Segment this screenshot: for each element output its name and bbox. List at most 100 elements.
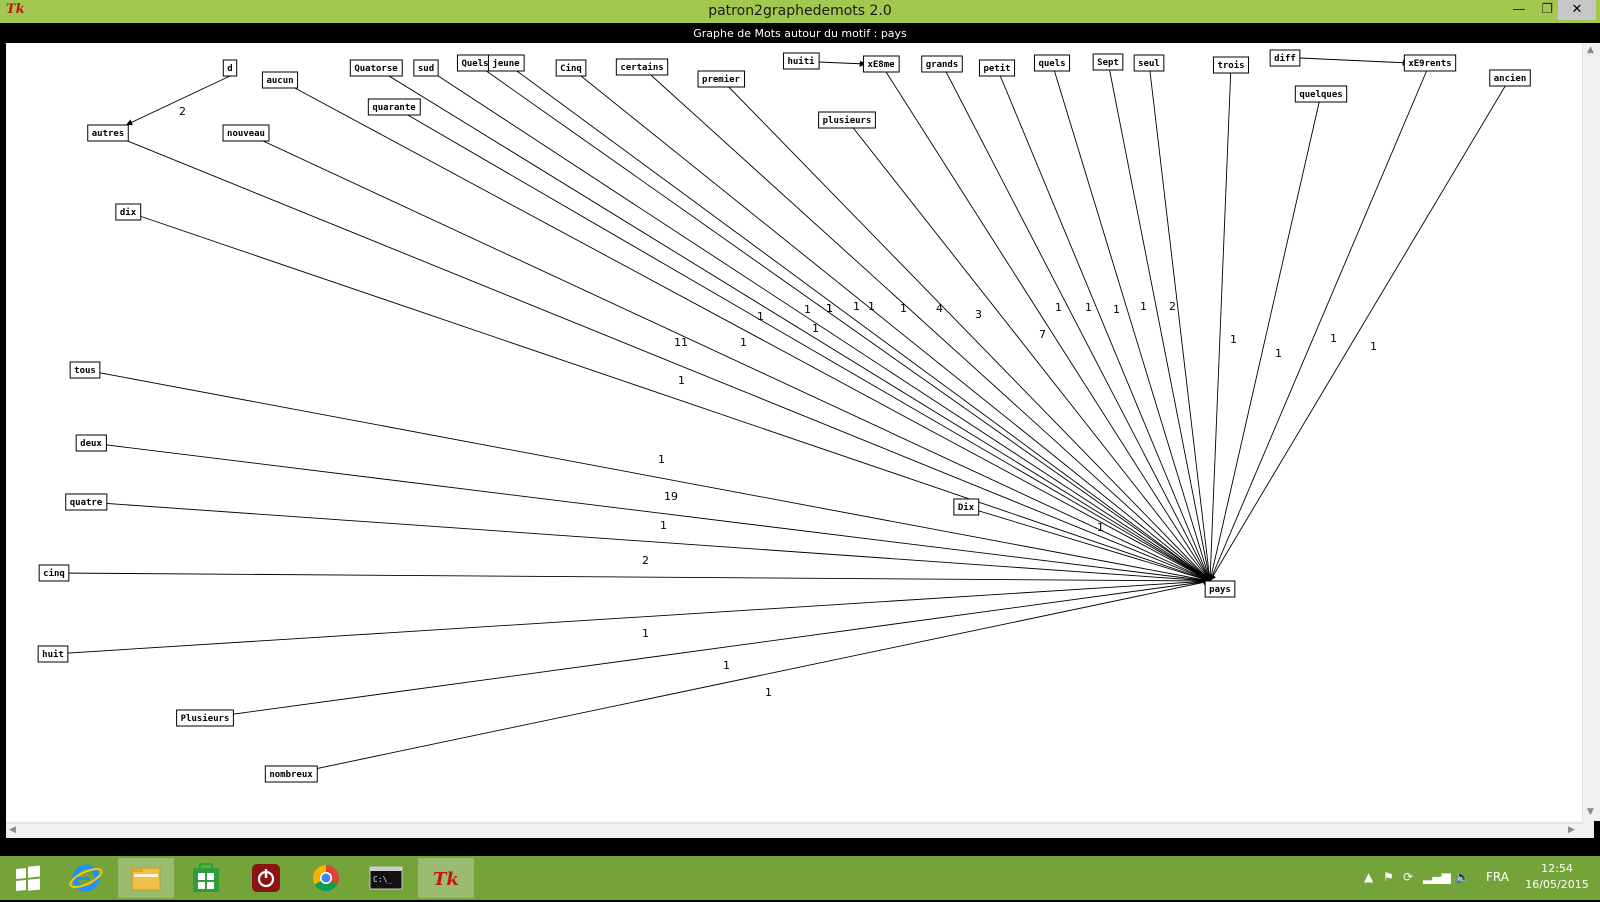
node-label: grands (926, 60, 959, 70)
node-quels[interactable]: quels (1033, 54, 1071, 72)
node-jeune[interactable]: jeune (487, 54, 525, 72)
store-icon[interactable] (178, 858, 234, 898)
power-app-icon[interactable] (238, 858, 294, 898)
node-Dix[interactable]: Dix (953, 498, 980, 516)
node-sud[interactable]: sud (413, 59, 439, 77)
node-label: ancien (1494, 73, 1527, 84)
edge-weight-ancien: 1 (1370, 340, 1377, 353)
command-prompt-icon[interactable]: C:\_ (358, 858, 414, 898)
edge-weight-Plusieurs: 1 (723, 659, 730, 672)
node-premier[interactable]: premier (697, 70, 746, 88)
edge-weight-quatre: 1 (660, 519, 667, 532)
node-label: trois (1217, 60, 1244, 71)
node-quarante[interactable]: quarante (367, 98, 421, 116)
node-deux[interactable]: deux (75, 434, 107, 452)
node-label: cinq (43, 568, 65, 579)
maximize-button[interactable]: ❐ (1533, 0, 1561, 20)
edge-weight-jeune: 1 (853, 300, 860, 313)
file-explorer-icon[interactable] (118, 858, 174, 898)
internet-explorer-icon[interactable] (58, 858, 114, 898)
taskbar: C:\_ Tk ▲ ⚑ ⟳ ▂▄▆ 🔈 FRA 12:54 16/05/2015 (0, 856, 1600, 900)
node-certains[interactable]: certains (615, 58, 669, 76)
node-label: huit (42, 649, 64, 660)
edge-weight-trois: 1 (1230, 333, 1237, 346)
scroll-right-icon[interactable]: ▶ (1568, 825, 1575, 835)
node-trois[interactable]: trois (1212, 56, 1250, 74)
scroll-left-icon[interactable]: ◀ (9, 825, 16, 835)
node-pays[interactable]: pays (1204, 580, 1236, 598)
node-d[interactable]: d (222, 59, 238, 77)
node-label: sud (418, 64, 434, 74)
clock[interactable]: 12:54 16/05/2015 (1522, 861, 1592, 893)
node-Quatorse[interactable]: Quatorse (349, 59, 403, 77)
node-label: Plusieurs (181, 713, 230, 724)
node-label: tous (74, 366, 96, 376)
node-nouveau[interactable]: nouveau (222, 124, 270, 142)
edge-weight-nouveau: 1 (740, 336, 747, 349)
node-label: aucun (266, 76, 293, 86)
node-label: quarante (372, 103, 416, 113)
node-label: Quels (461, 59, 488, 69)
chrome-icon[interactable] (298, 858, 354, 898)
node-autres[interactable]: autres (87, 124, 129, 142)
node-xE8me[interactable]: xE8me (862, 55, 900, 73)
volume-icon[interactable]: 🔈 (1455, 870, 1470, 884)
vertical-scrollbar[interactable]: ▲ ▼ (1582, 43, 1600, 821)
scroll-up-icon[interactable]: ▲ (1587, 45, 1594, 55)
node-xE9rents[interactable]: xE9rents (1403, 54, 1457, 72)
node-dix[interactable]: dix (115, 203, 142, 221)
windows-start-icon[interactable] (0, 858, 56, 898)
node-Plusieurs[interactable]: Plusieurs (176, 709, 234, 727)
node-label: diff (1274, 53, 1296, 64)
show-hidden-icons-icon[interactable]: ▲ (1364, 870, 1373, 884)
graph-title: Graphe de Mots autour du motif : pays (693, 27, 907, 40)
node-Cinq[interactable]: Cinq (555, 59, 587, 77)
node-seul[interactable]: seul (1133, 54, 1165, 72)
node-nombreux[interactable]: nombreux (264, 765, 318, 783)
edge-weight-nombreux: 1 (765, 686, 772, 699)
node-label: jeune (492, 58, 520, 69)
scroll-down-icon[interactable]: ▼ (1587, 807, 1594, 817)
sync-icon[interactable]: ⟳ (1403, 870, 1413, 884)
node-label: Quatorse (354, 64, 398, 74)
edge-weight-Dix: 1 (1097, 521, 1104, 534)
node-label: xE8me (867, 60, 895, 70)
edge-weight-quels: 1 (1113, 303, 1120, 316)
node-label: d (227, 64, 232, 74)
node-huiti[interactable]: huiti (782, 52, 820, 70)
edge-weight-Quels: 1 (826, 302, 833, 315)
edge-weight-deux: 19 (664, 490, 678, 503)
node-label: Cinq (560, 63, 582, 74)
minimize-button[interactable]: — (1505, 0, 1533, 20)
node-Sept[interactable]: Sept (1092, 53, 1124, 71)
node-tous[interactable]: tous (69, 361, 101, 379)
svg-text:Tk: Tk (433, 869, 459, 890)
graph-canvas[interactable]: 11 1 1 1 1 1 1 1 1 1 4 3 7 1 1 1 1 1 2 1 1 1 1 1 19 1 2 1 1 1 1 2 autre… (6, 43, 1594, 838)
node-huit[interactable]: huit (37, 645, 69, 663)
node-grands[interactable]: grands (921, 55, 963, 73)
node-Quels[interactable]: Quels (456, 54, 494, 72)
tk-app-icon[interactable]: Tk (418, 858, 474, 898)
edge-weight-plusieurs: 1 (900, 302, 907, 315)
graph-header: Graphe de Mots autour du motif : pays (0, 23, 1600, 43)
node-quatre[interactable]: quatre (65, 493, 108, 511)
language-indicator[interactable]: FRA (1486, 870, 1509, 884)
node-label: premier (702, 74, 741, 85)
edge-weight-xE8me: 7 (1039, 328, 1046, 341)
close-button[interactable]: ✕ (1558, 0, 1596, 20)
node-petit[interactable]: petit (978, 59, 1016, 77)
node-cinq[interactable]: cinq (38, 564, 70, 582)
network-signal-icon[interactable]: ▂▄▆ (1423, 870, 1451, 884)
node-plusieurs[interactable]: plusieurs (818, 111, 876, 129)
edge-weight-grands: 1 (1055, 301, 1062, 314)
node-quelques[interactable]: quelques (1294, 85, 1348, 103)
word-graph[interactable]: 111111111 1 1 4 371 1 1 1 1 211111191211112 autre… (6, 43, 1582, 821)
edge-weight-dix: 1 (678, 374, 685, 387)
node-ancien[interactable]: ancien (1489, 69, 1531, 87)
edge-weight-tous: 1 (658, 453, 665, 466)
action-center-flag-icon[interactable]: ⚑ (1383, 870, 1394, 884)
node-aucun[interactable]: aucun (261, 71, 299, 89)
horizontal-scrollbar[interactable]: ◀ ▶ (6, 823, 1582, 839)
node-diff[interactable]: diff (1269, 49, 1301, 67)
node-label: quelques (1299, 90, 1342, 100)
